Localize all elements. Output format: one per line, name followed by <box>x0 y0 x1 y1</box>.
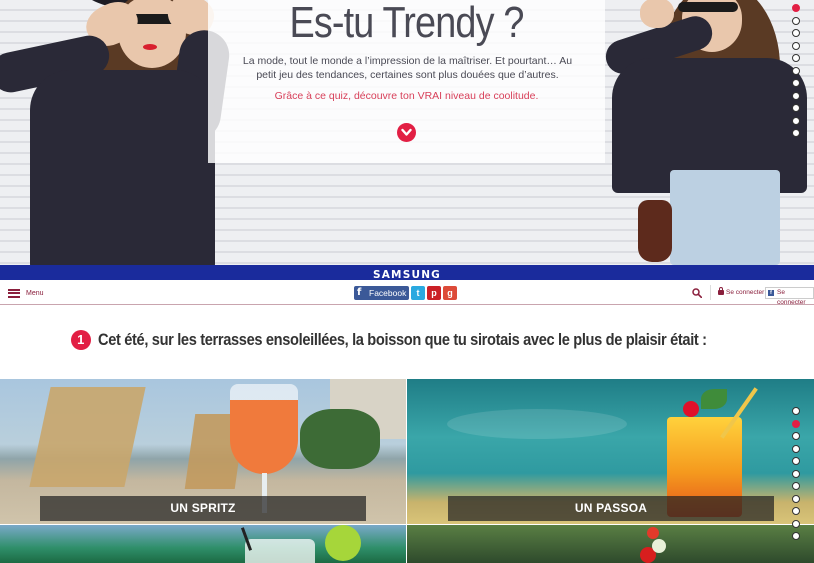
facebook-icon: f <box>768 290 774 296</box>
login-button[interactable]: Se connecter <box>717 287 764 299</box>
hero-dot-2[interactable] <box>792 16 800 25</box>
garnish-image <box>647 527 659 539</box>
lime-image <box>325 525 361 561</box>
hero-dot-9[interactable] <box>792 104 800 112</box>
facebook-icon: f <box>357 287 362 298</box>
twitter-share-button[interactable]: t <box>411 286 425 300</box>
page-title: Es-tu Trendy ? <box>289 0 524 47</box>
garnish-image <box>652 539 666 553</box>
google-plus-share-button[interactable]: g <box>443 286 457 300</box>
facebook-login-label: Se connecter <box>777 289 806 306</box>
quiz-dot-4[interactable] <box>792 444 800 453</box>
quiz-dot-8[interactable] <box>792 494 800 503</box>
hero-dot-6[interactable] <box>792 66 800 75</box>
scroll-down-button[interactable] <box>397 123 416 142</box>
hero-banner: Es-tu Trendy ? La mode, tout le monde a … <box>0 0 814 265</box>
hero-dot-4[interactable] <box>792 41 800 50</box>
hero-dot-5[interactable] <box>792 54 800 62</box>
sponsor-bar: SAMSUNG <box>0 265 814 281</box>
answer-option-spritz[interactable]: UN SPRITZ <box>0 379 406 524</box>
quiz-dot-7[interactable] <box>792 482 800 490</box>
plants-image <box>300 409 380 469</box>
login-label: Se connecter <box>726 289 765 296</box>
facebook-share-label: Facebook <box>369 288 407 298</box>
deck-chair-image <box>29 387 146 487</box>
hero-dot-10[interactable] <box>792 116 800 125</box>
quiz-dot-10[interactable] <box>792 519 800 528</box>
quiz-dot-5[interactable] <box>792 457 800 465</box>
facebook-login-button[interactable]: f Se connecter <box>765 287 814 306</box>
chevron-down-icon <box>401 128 412 136</box>
intro-subtitle: Grâce à ce quiz, découvre ton VRAI nivea… <box>274 90 539 102</box>
mint-leaf-image <box>701 389 727 409</box>
hero-model-left-image <box>0 0 233 265</box>
pinterest-share-button[interactable]: p <box>427 286 441 300</box>
question-number-badge: 1 <box>70 330 91 350</box>
quiz-dot-11[interactable] <box>792 532 800 540</box>
twitter-icon: t <box>416 288 420 298</box>
answer-option-4[interactable] <box>407 525 814 563</box>
hero-dot-8[interactable] <box>792 91 800 100</box>
quiz-dot-9[interactable] <box>792 507 800 515</box>
hero-dot-11[interactable] <box>792 129 800 137</box>
spritz-glass-image <box>230 384 298 474</box>
quiz-dot-2[interactable] <box>792 419 800 428</box>
intro-text: La mode, tout le monde a l’impression de… <box>242 55 573 81</box>
quiz-dot-6[interactable] <box>792 469 800 478</box>
answer-grid: UN SPRITZ UN PASSOA <box>0 379 814 563</box>
answer-option-3[interactable] <box>0 525 406 563</box>
quiz-dot-1[interactable] <box>792 407 800 415</box>
menu-button[interactable]: Menu <box>8 287 44 299</box>
pool-ripple <box>447 409 627 439</box>
hero-dot-3[interactable] <box>792 29 800 37</box>
quiz-dot-3[interactable] <box>792 432 800 440</box>
answer-option-passoa[interactable]: UN PASSOA <box>407 379 814 524</box>
quiz-pagination-dots <box>792 407 802 545</box>
google-plus-icon: g <box>447 288 453 298</box>
hero-intro-panel: Es-tu Trendy ? La mode, tout le monde a … <box>208 0 605 163</box>
hamburger-icon <box>8 288 20 298</box>
pinterest-icon: p <box>431 288 437 298</box>
hero-pagination-dots <box>792 4 802 142</box>
mojito-glass-image <box>245 539 315 563</box>
nav-divider <box>710 285 711 300</box>
top-navbar: Menu f Facebook t p g Se connecter f Se … <box>0 280 814 306</box>
question-text: Cet été, sur les terrasses ensoleillées,… <box>98 330 707 349</box>
cherry-image <box>683 401 699 417</box>
menu-label: Menu <box>26 289 44 297</box>
hero-dot-1[interactable] <box>792 4 800 12</box>
lock-icon <box>718 287 724 295</box>
hero-dot-7[interactable] <box>792 79 800 87</box>
answer-label: UN SPRITZ <box>40 496 366 521</box>
facebook-share-button[interactable]: f Facebook <box>354 286 409 300</box>
question-heading: 1 Cet été, sur les terrasses ensoleillée… <box>0 330 814 350</box>
search-icon[interactable] <box>692 288 702 298</box>
answer-label: UN PASSOA <box>448 496 774 521</box>
hero-model-right-image <box>590 0 814 265</box>
